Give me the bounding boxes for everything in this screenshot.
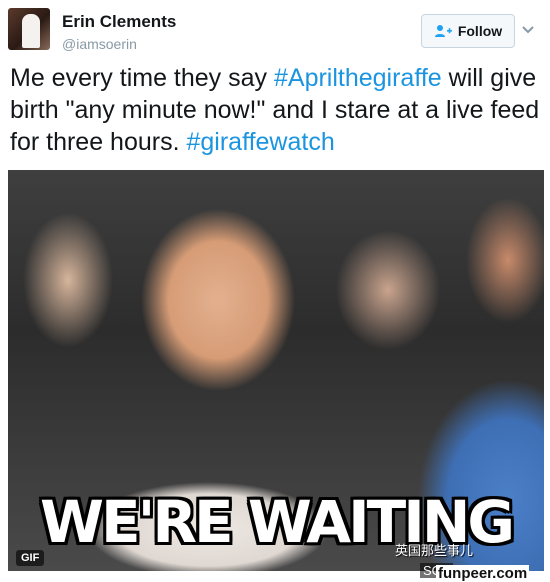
chevron-down-icon[interactable] [520, 24, 536, 36]
tweet-card: Erin Clements @iamsoerin Follow Me every… [0, 0, 550, 582]
gif-badge: GIF [16, 550, 45, 566]
hashtag-link[interactable]: #Aprilthegiraffe [274, 64, 442, 92]
add-user-icon [434, 25, 452, 37]
tweet-text: Me every time they say #Aprilthegiraffe … [10, 62, 540, 158]
watermark-label: 英国那些事儿 [395, 543, 474, 558]
watermark-site: funpeer.com [436, 565, 530, 582]
gif-media[interactable]: WE'RE WAITING GIF [8, 170, 544, 571]
user-handle[interactable]: @iamsoerin [62, 36, 137, 52]
follow-button[interactable]: Follow [421, 14, 515, 48]
tweet-text-segment: Me every time they say [10, 64, 274, 92]
user-name[interactable]: Erin Clements [62, 12, 176, 32]
hashtag-link[interactable]: #giraffewatch [186, 128, 334, 156]
avatar[interactable] [8, 8, 50, 50]
follow-label: Follow [457, 23, 503, 39]
